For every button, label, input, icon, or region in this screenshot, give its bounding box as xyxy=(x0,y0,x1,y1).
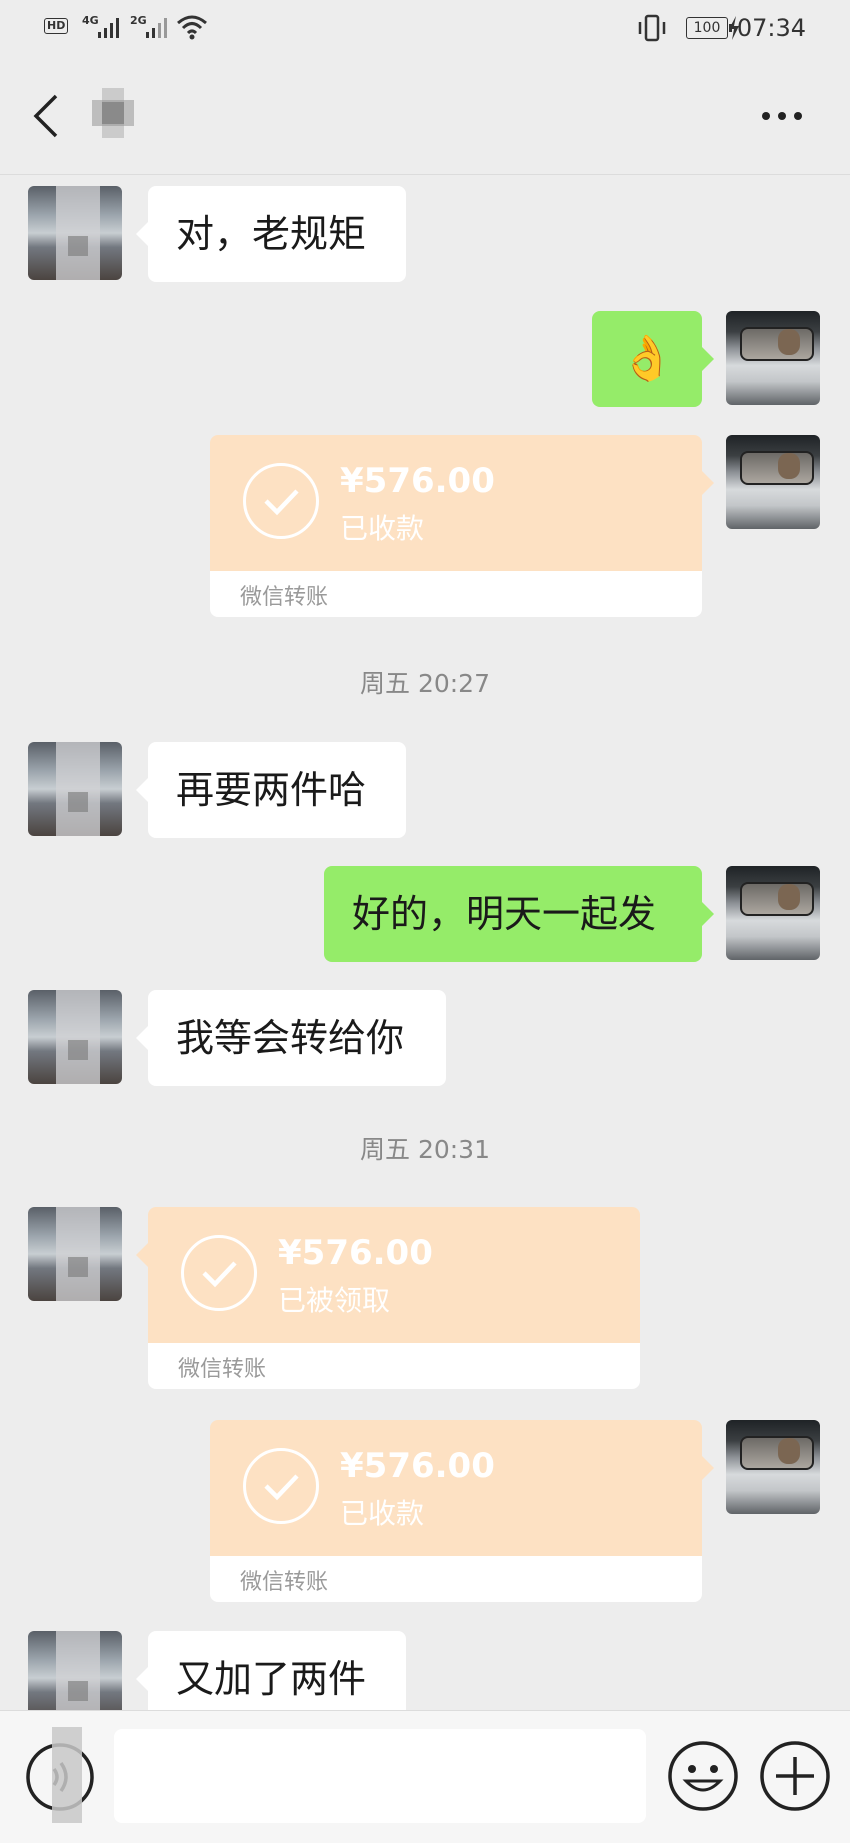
message-bubble[interactable]: 再要两件哈 xyxy=(136,742,406,838)
transfer-label: 微信转账 xyxy=(240,585,329,610)
signal-icon xyxy=(98,18,119,38)
message-bubble[interactable]: 好的，明天一起发 xyxy=(324,866,714,962)
message-bubble[interactable]: 对，老规矩 xyxy=(136,186,406,282)
chevron-left-icon[interactable] xyxy=(32,94,60,138)
plus-icon[interactable] xyxy=(758,1739,832,1813)
avatar[interactable] xyxy=(28,186,122,280)
avatar[interactable] xyxy=(726,435,820,529)
message-input[interactable] xyxy=(114,1729,646,1823)
transfer-card[interactable]: ¥576.00 已被领取 微信转账 xyxy=(136,1207,640,1389)
transfer-amount: ¥576.00 xyxy=(340,1446,495,1486)
transfer-card[interactable]: ¥576.00 已收款 微信转账 xyxy=(210,1420,714,1602)
chat-header xyxy=(0,58,850,175)
transfer-card[interactable]: ¥576.00 已收款 微信转账 xyxy=(210,435,714,617)
hd-icon: HD xyxy=(44,18,69,34)
signal-icon xyxy=(146,18,167,38)
voice-icon[interactable] xyxy=(24,1727,96,1823)
transfer-label: 微信转账 xyxy=(240,1570,329,1595)
transfer-amount: ¥576.00 xyxy=(278,1233,433,1273)
message-list[interactable]: 对，老规矩 👌 ¥576.00 已收款 微信转账 周五 20:27 再要两件哈 … xyxy=(0,175,850,1710)
contact-name-blurred xyxy=(84,88,142,138)
ok-hand-icon[interactable]: 👌 xyxy=(592,311,714,407)
message-bubble[interactable]: 又加了两件 xyxy=(136,1631,406,1710)
transfer-status: 已收款 xyxy=(340,512,425,545)
transfer-amount: ¥576.00 xyxy=(340,461,495,501)
avatar[interactable] xyxy=(726,1420,820,1514)
clock-time: 07:34 xyxy=(736,14,806,42)
transfer-status: 已收款 xyxy=(340,1497,425,1530)
avatar[interactable] xyxy=(726,866,820,960)
check-circle-icon xyxy=(243,1448,319,1524)
avatar[interactable] xyxy=(28,1207,122,1301)
check-circle-icon xyxy=(243,463,319,539)
avatar[interactable] xyxy=(28,742,122,836)
battery-icon: 100 xyxy=(686,17,732,39)
timestamp: 周五 20:27 xyxy=(360,669,490,698)
input-bar xyxy=(0,1710,850,1843)
wifi-icon xyxy=(177,15,207,40)
check-circle-icon xyxy=(181,1235,257,1311)
vibrate-icon xyxy=(638,14,666,42)
avatar[interactable] xyxy=(28,990,122,1084)
timestamp: 周五 20:31 xyxy=(360,1135,490,1164)
transfer-label: 微信转账 xyxy=(178,1357,267,1382)
avatar[interactable] xyxy=(726,311,820,405)
emoji-icon[interactable] xyxy=(666,1739,740,1813)
avatar[interactable] xyxy=(28,1631,122,1710)
message-bubble[interactable]: 我等会转给你 xyxy=(136,990,446,1086)
transfer-status: 已被领取 xyxy=(278,1284,391,1317)
status-bar: HD 4G 2G 100 07:34 xyxy=(0,0,850,58)
more-dots-icon[interactable] xyxy=(760,110,804,122)
